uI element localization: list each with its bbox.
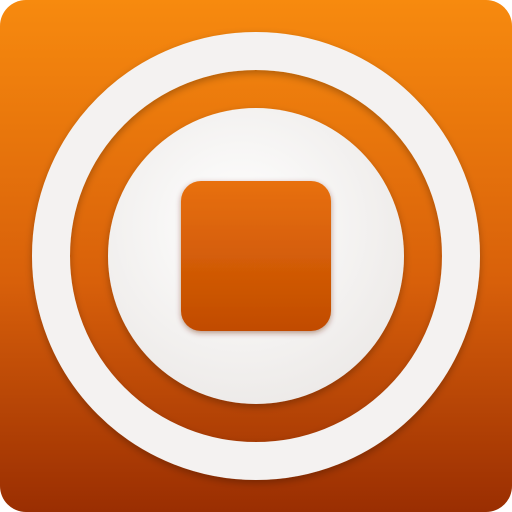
stop-record-icon — [0, 0, 512, 512]
stop-square-icon — [181, 181, 331, 331]
app-icon[interactable] — [0, 0, 512, 512]
